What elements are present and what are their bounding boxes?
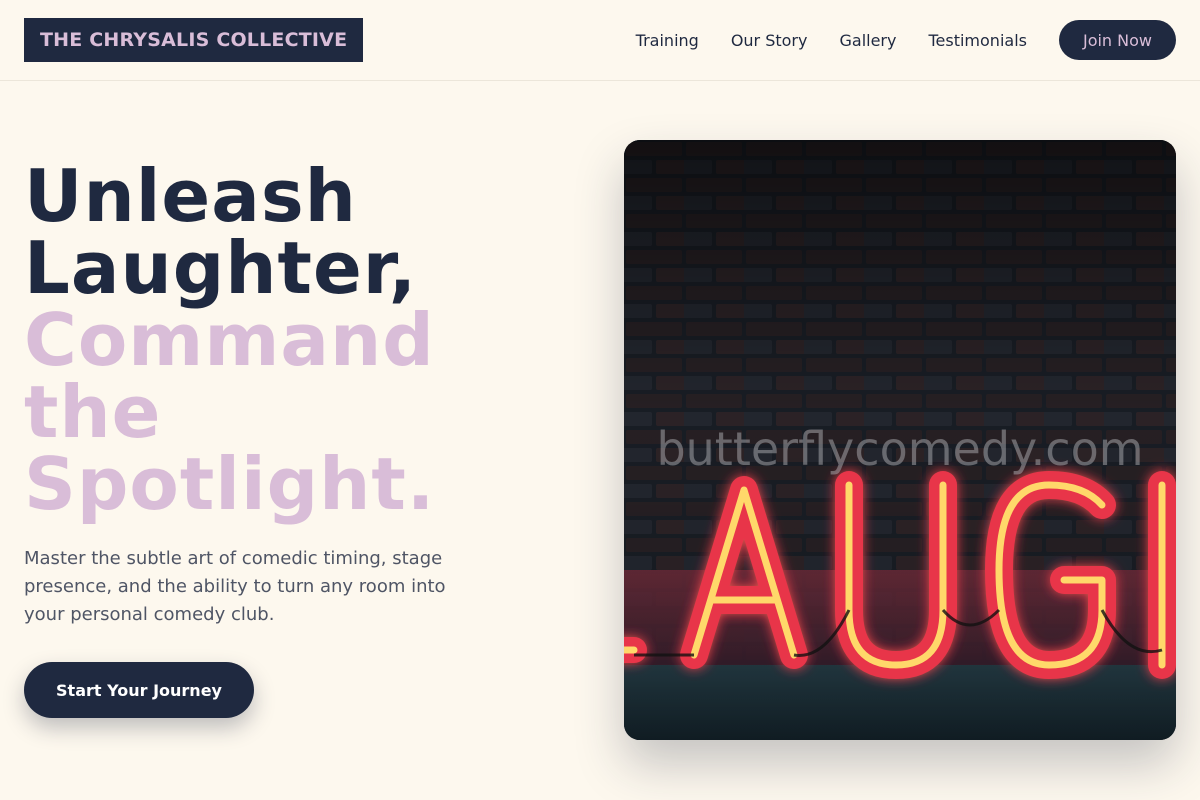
hero-title-line-3: Command	[24, 298, 435, 382]
watermark-text: butterflycomedy.com	[656, 422, 1144, 476]
join-now-button[interactable]: Join Now	[1058, 20, 1176, 60]
nav-link-training[interactable]: Training	[636, 31, 699, 50]
hero-title-line-5: Spotlight.	[24, 442, 436, 526]
brand-logo[interactable]: THE CHRYSALIS COLLECTIVE	[24, 18, 364, 62]
hero-title-line-4: the	[24, 370, 162, 454]
hero-subtitle: Master the subtle art of comedic timing,…	[24, 548, 446, 625]
site-header: THE CHRYSALIS COLLECTIVE Training Our St…	[0, 0, 1200, 81]
nav-link-gallery[interactable]: Gallery	[839, 31, 896, 50]
hero-title-line-1: Unleash	[24, 154, 357, 238]
neon-sign-photo: butterflycomedy.com	[624, 140, 1176, 740]
start-journey-button[interactable]: Start Your Journey	[24, 662, 254, 718]
nav-link-our-story[interactable]: Our Story	[731, 31, 808, 50]
hero-title: Unleash Laughter, Command the Spotlight.	[24, 160, 584, 520]
main-nav: Training Our Story Gallery Testimonials …	[636, 20, 1176, 60]
nav-link-testimonials[interactable]: Testimonials	[928, 31, 1027, 50]
hero-title-line-2: Laughter,	[24, 226, 418, 310]
